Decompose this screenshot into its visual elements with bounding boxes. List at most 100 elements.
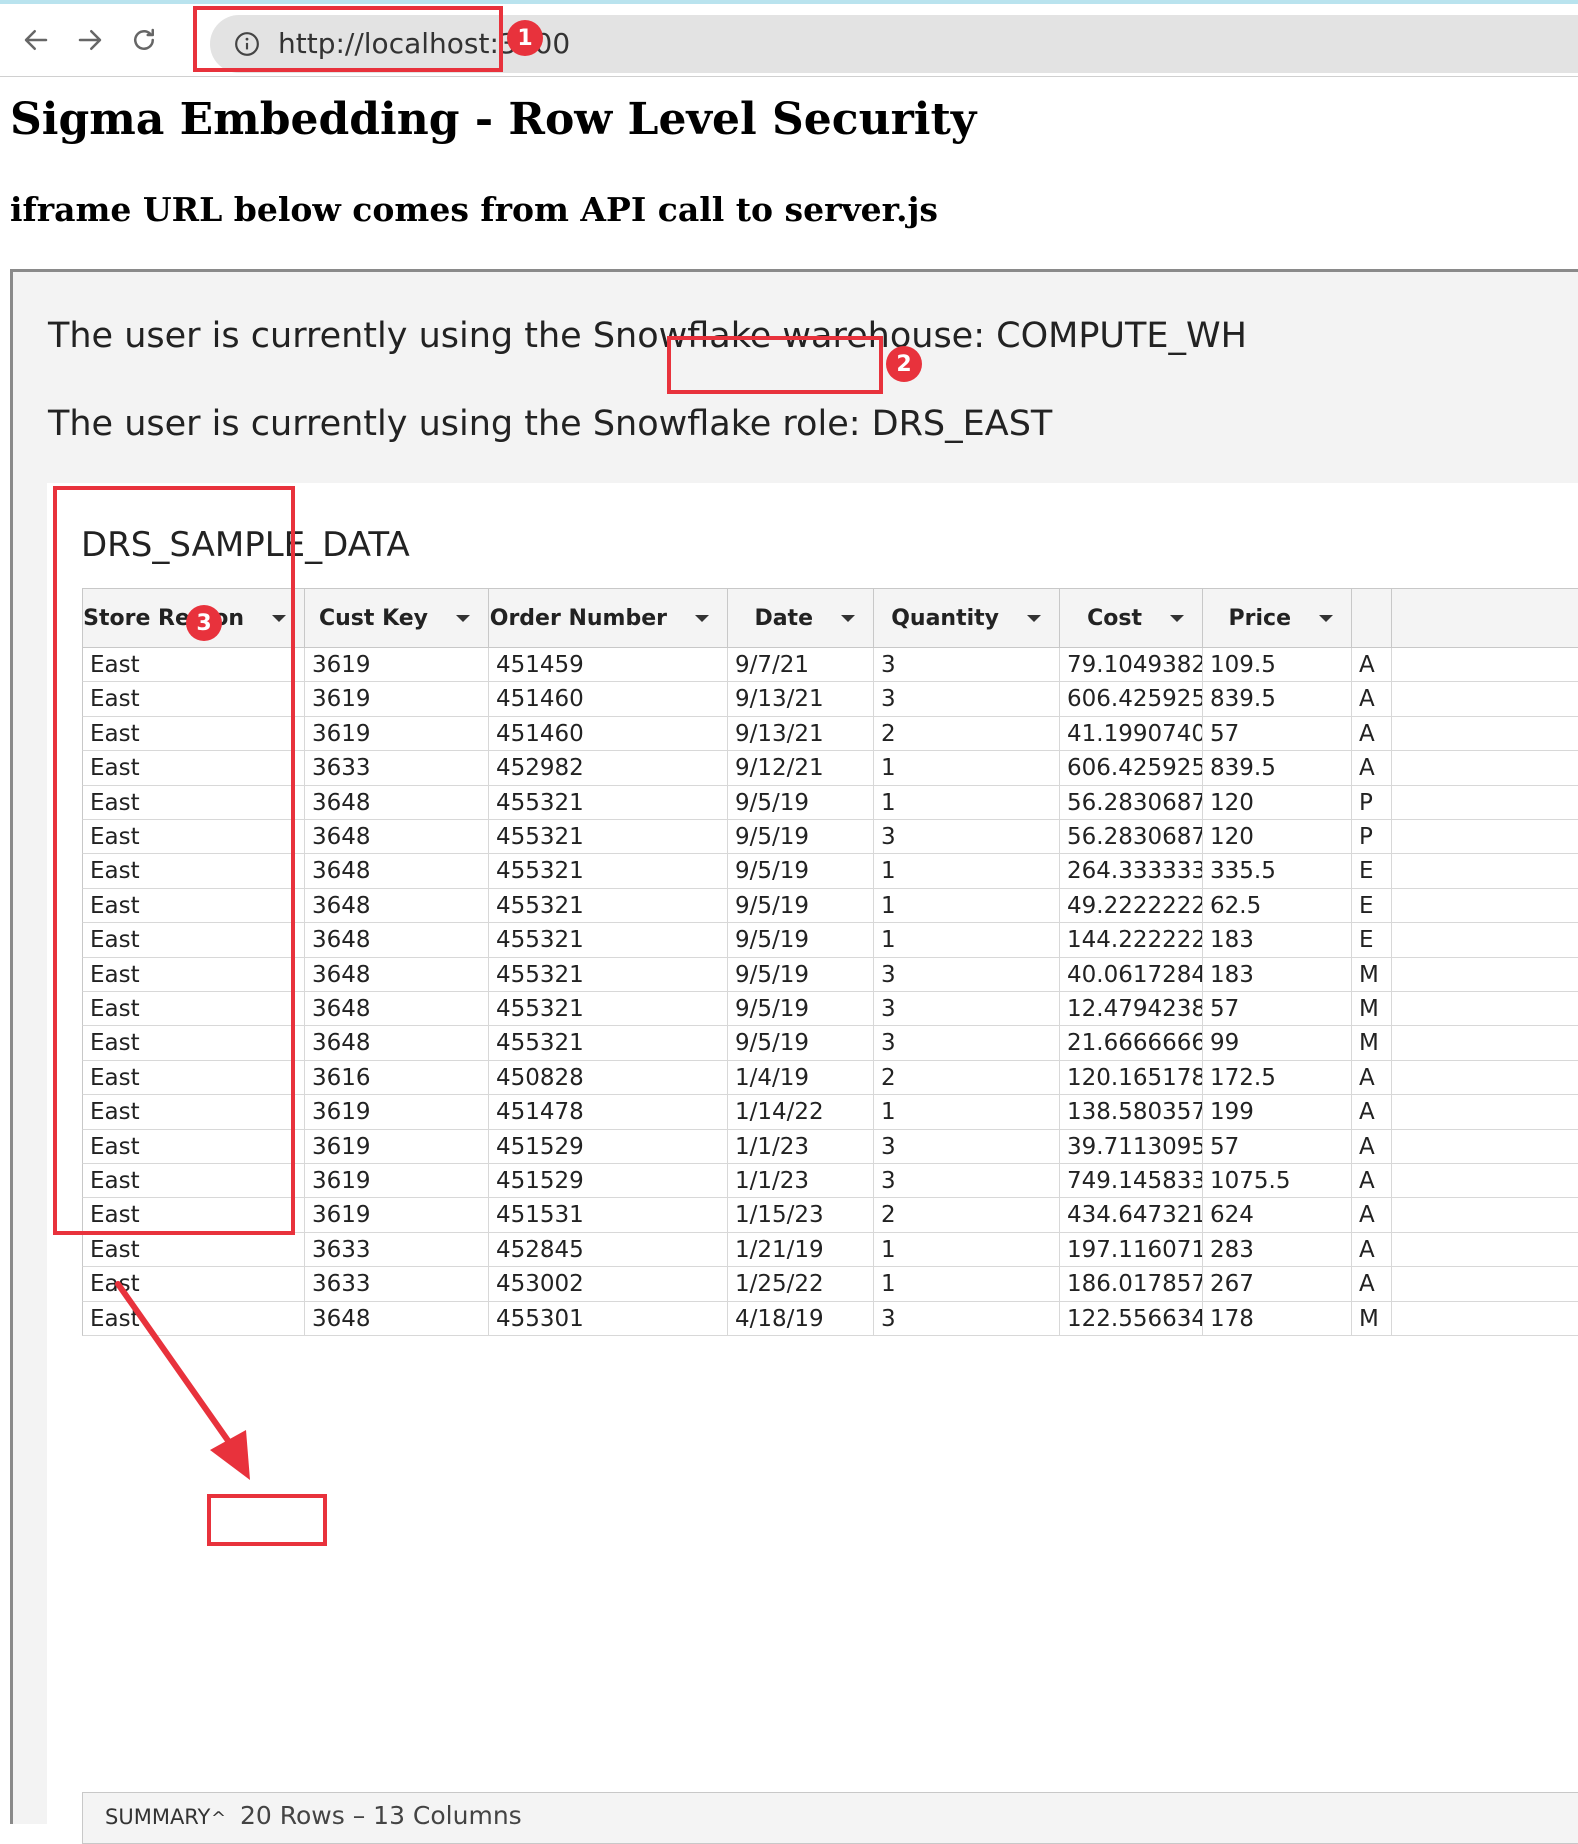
column-header-cost[interactable]: Cost [1060,589,1203,647]
chevron-down-icon[interactable] [1319,615,1333,622]
chevron-down-icon[interactable] [456,615,470,622]
table-cell[interactable]: 1 [874,1232,1060,1267]
table-cell[interactable]: 3 [874,1026,1060,1061]
table-cell[interactable]: A [1352,1267,1392,1302]
table-cell[interactable]: 49.22222222 [1060,888,1203,923]
table-cell[interactable]: 57 [1203,1129,1352,1164]
table-cell[interactable]: 9/5/19 [728,854,874,889]
table-cell[interactable]: M [1352,992,1392,1026]
table-cell[interactable]: 3648 [305,820,489,854]
table-cell[interactable]: 1 [874,923,1060,958]
table-cell[interactable]: 1/1/23 [728,1164,874,1198]
table-row[interactable]: East36484553219/5/19312.4794238757M [82,992,1578,1027]
table-row[interactable]: East36194514609/13/21241.1990740757A [82,716,1578,752]
table-row[interactable]: East 3648 455321 9/5/19 3 40.0617284 183 M [82,957,1578,992]
table-cell[interactable]: 57 [1203,716,1352,751]
table-cell[interactable]: E [1352,854,1392,889]
summary-toggle[interactable]: SUMMARY [105,1805,210,1829]
table-cell[interactable]: 9/12/21 [728,751,874,786]
table-cell[interactable]: 455321 [489,1026,728,1061]
table-cell[interactable]: 452982 [489,751,728,786]
table-cell[interactable]: A [1352,751,1392,786]
chevron-down-icon[interactable] [695,615,709,622]
table-cell[interactable]: East [83,1232,305,1267]
table-cell[interactable]: 9/5/19 [728,923,874,958]
table-cell[interactable]: 1 [874,854,1060,889]
table-cell[interactable]: A [1352,1164,1392,1198]
table-cell[interactable]: 39.71130952 [1060,1129,1203,1164]
table-cell[interactable]: 2 [874,1060,1060,1095]
table-cell[interactable]: 1 [874,1267,1060,1302]
table-cell[interactable]: 56.28306878 [1060,785,1203,820]
column-header-quantity[interactable]: Quantity [874,589,1060,647]
table-cell[interactable]: 1/21/19 [728,1232,874,1267]
column-header-overflow[interactable] [1352,589,1392,647]
table-cell[interactable]: 1/14/22 [728,1095,874,1130]
table-cell[interactable]: 9/5/19 [728,820,874,854]
table-cell[interactable]: M [1352,1026,1392,1061]
table-cell[interactable]: 9/5/19 [728,957,874,992]
chevron-down-icon[interactable] [841,615,855,622]
table-cell[interactable]: M [1352,957,1392,992]
table-cell[interactable]: P [1352,820,1392,854]
table-cell[interactable]: 41.19907407 [1060,716,1203,751]
table-cell[interactable]: E [1352,923,1392,958]
table-cell[interactable]: 453002 [489,1267,728,1302]
table-cell[interactable]: A [1352,1095,1392,1130]
table-cell[interactable]: 1 [874,751,1060,786]
table-cell[interactable]: 1075.5 [1203,1164,1352,1198]
table-row[interactable]: East36194515311/15/232434.6473214624A [82,1198,1578,1233]
table-cell[interactable]: 455321 [489,820,728,854]
table-cell[interactable]: 452845 [489,1232,728,1267]
table-cell[interactable]: 606.4259259 [1060,682,1203,717]
table-cell[interactable]: 56.28306878 [1060,820,1203,854]
caret-up-icon[interactable]: ^ [211,1808,226,1829]
table-cell[interactable]: 451529 [489,1164,728,1198]
table-cell[interactable]: 3648 [305,854,489,889]
table-cell[interactable]: 9/5/19 [728,785,874,820]
table-cell[interactable]: 1/4/19 [728,1060,874,1095]
table-row[interactable]: East36484553219/5/19356.28306878120P [82,820,1578,855]
chevron-down-icon[interactable] [1027,615,1041,622]
table-cell[interactable]: 199 [1203,1095,1352,1130]
table-cell[interactable]: 455321 [489,854,728,889]
table-cell[interactable]: 9/7/21 [728,648,874,682]
table-cell[interactable]: 451531 [489,1198,728,1233]
table-row[interactable]: East36484553219/5/191264.3333333335.5E [82,854,1578,889]
back-button[interactable] [14,18,58,62]
table-cell[interactable]: 2 [874,716,1060,751]
table-cell[interactable]: 3 [874,648,1060,682]
table-cell[interactable]: 749.1458333 [1060,1164,1203,1198]
table-cell[interactable]: E [1352,888,1392,923]
table-cell[interactable]: 1 [874,1095,1060,1130]
column-header-price[interactable]: Price [1203,589,1352,647]
table-cell[interactable]: 120 [1203,785,1352,820]
table-cell[interactable]: A [1352,716,1392,751]
table-cell[interactable]: 9/13/21 [728,682,874,717]
column-header-date[interactable]: Date [728,589,874,647]
table-cell[interactable]: 3648 [305,888,489,923]
chevron-down-icon[interactable] [1170,615,1184,622]
table-cell[interactable]: 455321 [489,785,728,820]
table-cell[interactable]: 455321 [489,957,728,992]
table-cell[interactable]: 3633 [305,1267,489,1302]
table-cell[interactable]: 172.5 [1203,1060,1352,1095]
table-row[interactable]: East36484553014/18/193122.5566343178M [82,1301,1578,1336]
table-cell[interactable]: 186.0178571 [1060,1267,1203,1302]
table-cell[interactable]: 62.5 [1203,888,1352,923]
table-cell[interactable]: 335.5 [1203,854,1352,889]
table-cell[interactable]: East [83,1267,305,1302]
table-cell[interactable]: 451459 [489,648,728,682]
table-cell[interactable]: 3619 [305,648,489,682]
table-cell[interactable]: 79.10493827 [1060,648,1203,682]
table-cell[interactable]: 839.5 [1203,751,1352,786]
table-cell[interactable]: 9/13/21 [728,716,874,751]
table-cell[interactable]: 122.5566343 [1060,1301,1203,1336]
table-cell[interactable]: 3 [874,1129,1060,1164]
table-cell[interactable]: 144.2222222 [1060,923,1203,958]
table-cell[interactable]: 455321 [489,923,728,958]
table-cell[interactable]: 1 [874,785,1060,820]
table-cell[interactable]: 9/5/19 [728,1026,874,1061]
table-cell[interactable]: 3619 [305,716,489,751]
table-cell[interactable]: 1/15/23 [728,1198,874,1233]
